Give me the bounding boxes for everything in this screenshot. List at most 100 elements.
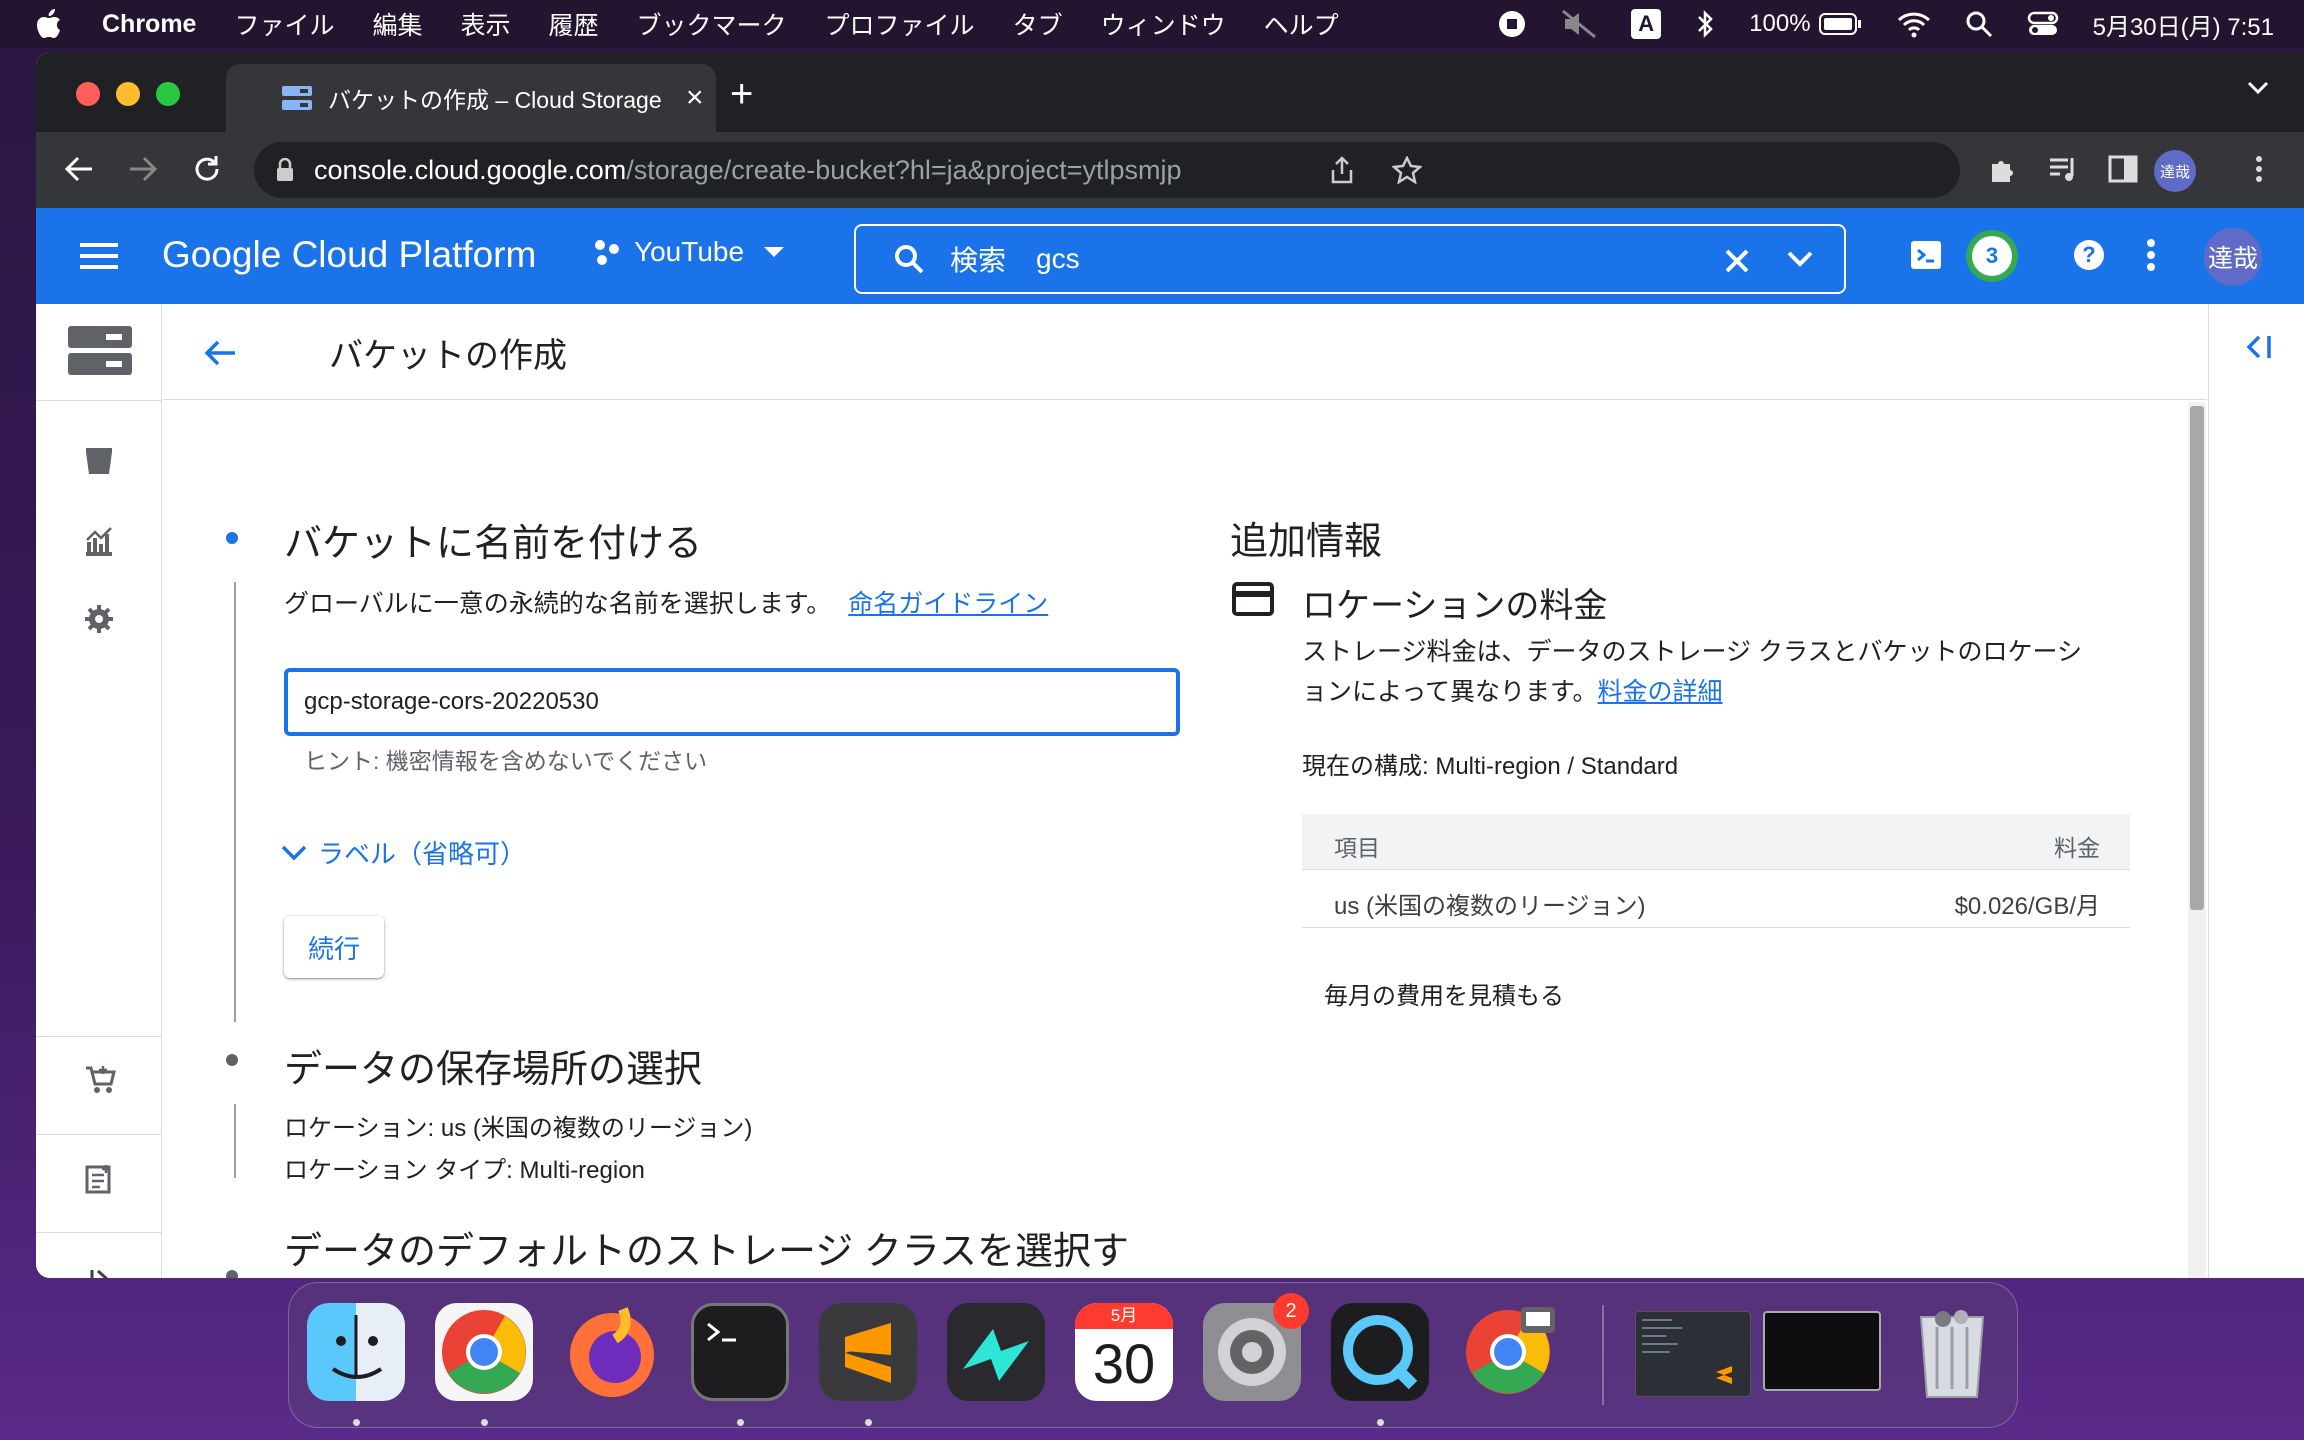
apple-icon[interactable]	[36, 9, 62, 39]
window-zoom-button[interactable]	[156, 82, 180, 106]
left-nav-rail	[36, 304, 162, 1278]
menubar-item-tab[interactable]: タブ	[1013, 6, 1063, 42]
pricing-table-header: 項目 料金	[1302, 814, 2130, 870]
dock-terminal-icon[interactable]	[691, 1303, 789, 1401]
side-panel-icon[interactable]	[2108, 154, 2138, 184]
menubar-clock[interactable]: 5月30日(月) 7:51	[2093, 7, 2274, 42]
project-name: YouTube	[634, 236, 745, 267]
back-arrow-icon[interactable]	[203, 338, 237, 368]
menubar-item-file[interactable]: ファイル	[234, 6, 334, 42]
address-bar[interactable]: console.cloud.google.com/storage/create-…	[254, 142, 1960, 198]
battery-icon[interactable]	[1818, 11, 1863, 37]
page-header: バケットの作成	[163, 304, 2207, 400]
share-icon[interactable]	[1330, 156, 1354, 184]
back-icon[interactable]	[64, 154, 94, 184]
notification-badge[interactable]: 3	[1966, 230, 2018, 282]
bookmark-star-icon[interactable]	[1392, 156, 1422, 184]
dock-trash-icon[interactable]	[1903, 1303, 2001, 1401]
window-close-button[interactable]	[76, 82, 100, 106]
pricing-details-link[interactable]: 料金の詳細	[1598, 678, 1723, 706]
gcp-search-bar[interactable]: 検索 gcs	[854, 224, 1846, 294]
dock-quicktime-icon[interactable]	[1331, 1303, 1429, 1401]
marketplace-cart-icon[interactable]	[84, 1064, 116, 1094]
chrome-menu-icon[interactable]	[2254, 154, 2264, 184]
dock-terminal-running-dot	[737, 1419, 744, 1426]
storage-product-icon[interactable]	[68, 326, 132, 376]
dock-paw-icon[interactable]	[947, 1303, 1045, 1401]
new-tab-icon[interactable]: +	[730, 72, 753, 117]
menubar-item-history[interactable]: 履歴	[549, 6, 599, 42]
dock-window-thumbnail-1[interactable]	[1635, 1311, 1751, 1397]
tab-search-chevron-icon[interactable]	[2246, 80, 2270, 96]
labels-toggle[interactable]: ラベル（省略可）	[280, 834, 526, 871]
reload-icon[interactable]	[192, 154, 222, 184]
step1-description-row: グローバルに一意の永続的な名前を選択します。 命名ガイドライン	[284, 584, 1048, 620]
help-icon[interactable]: ?	[2072, 238, 2106, 272]
wifi-icon[interactable]	[1897, 10, 1931, 38]
dock-quicktime-running-dot	[1377, 1419, 1384, 1426]
search-input[interactable]: gcs	[1036, 243, 1080, 275]
step1-title: バケットに名前を付ける	[284, 523, 703, 565]
browser-toolbar: console.cloud.google.com/storage/create-…	[36, 132, 2304, 208]
window-minimize-button[interactable]	[116, 82, 140, 106]
bucket-name-input[interactable]	[284, 668, 1180, 736]
dock-sublime-running-dot	[865, 1419, 872, 1426]
dock-window-thumbnail-2[interactable]	[1763, 1311, 1881, 1391]
dock-calendar-icon[interactable]: 5月 30	[1075, 1303, 1173, 1401]
settings-gear-icon[interactable]	[84, 604, 114, 634]
more-options-icon[interactable]	[2146, 238, 2156, 272]
right-side-panel	[2208, 304, 2304, 1278]
search-clear-icon[interactable]	[1724, 248, 1750, 274]
menubar-item-view[interactable]: 表示	[461, 6, 511, 42]
search-expand-icon[interactable]	[1786, 250, 1814, 268]
bluetooth-icon[interactable]	[1695, 9, 1715, 39]
media-control-icon[interactable]	[2048, 154, 2080, 184]
menubar-item-window[interactable]: ウィンドウ	[1101, 6, 1226, 42]
dock-finder-icon[interactable]	[307, 1303, 405, 1401]
menubar-app-name[interactable]: Chrome	[102, 10, 196, 39]
record-stop-icon[interactable]	[1497, 9, 1527, 39]
cloud-shell-icon[interactable]	[1910, 240, 1942, 270]
hamburger-menu-icon[interactable]	[80, 242, 118, 270]
dock-chrome-remote-icon[interactable]	[1459, 1303, 1557, 1401]
table-row: us (米国の複数のリージョン) $0.026/GB/月	[1302, 870, 2130, 928]
table-cell-price: $0.026/GB/月	[1954, 893, 2100, 920]
step3-title-line2: る	[284, 1276, 322, 1278]
page-title: バケットの作成	[329, 337, 567, 375]
extensions-puzzle-icon[interactable]	[1988, 154, 2018, 184]
dock-chrome-icon[interactable]	[435, 1303, 533, 1401]
dock-sublime-text-icon[interactable]	[819, 1303, 917, 1401]
scrollbar-thumb[interactable]	[2190, 406, 2204, 910]
input-source-icon[interactable]: A	[1631, 9, 1662, 39]
project-selector[interactable]: YouTube	[592, 236, 786, 268]
tab-create-bucket[interactable]: バケットの作成 – Cloud Storage ×	[226, 64, 716, 132]
battery-percent: 100%	[1749, 10, 1811, 37]
gcp-brand[interactable]: Google Cloud Platform	[162, 234, 536, 276]
profile-avatar[interactable]: 達哉	[2154, 150, 2196, 192]
monitoring-chart-icon[interactable]	[84, 526, 114, 556]
account-avatar[interactable]: 達哉	[2204, 228, 2262, 286]
collapse-panel-icon[interactable]	[2245, 334, 2273, 360]
tab-close-icon[interactable]: ×	[686, 81, 704, 115]
mute-icon[interactable]	[1561, 9, 1597, 39]
dock-firefox-icon[interactable]	[563, 1303, 661, 1401]
menubar-item-bookmarks[interactable]: ブックマーク	[637, 6, 787, 42]
cloud-storage-favicon-icon	[282, 86, 312, 110]
project-icon	[592, 237, 622, 267]
expand-nav-icon[interactable]	[90, 1268, 114, 1278]
menubar-item-profiles[interactable]: プロファイル	[825, 6, 975, 42]
search-icon	[894, 244, 924, 274]
control-center-icon[interactable]	[2027, 10, 2059, 38]
continue-button[interactable]: 続行	[284, 916, 384, 978]
naming-guidelines-link[interactable]: 命名ガイドライン	[848, 590, 1048, 618]
estimate-cost-link[interactable]: 毎月の費用を見積もる	[1324, 976, 1564, 1011]
lock-icon[interactable]	[276, 158, 294, 182]
forward-icon[interactable]	[128, 154, 158, 184]
menubar-item-help[interactable]: ヘルプ	[1264, 6, 1339, 42]
hint-text: ヒント: 機密情報を含めないでください	[304, 748, 708, 774]
spotlight-search-icon[interactable]	[1965, 10, 1993, 38]
notification-count: 3	[1972, 236, 2012, 276]
release-notes-icon[interactable]	[84, 1164, 114, 1194]
menubar-item-edit[interactable]: 編集	[372, 6, 422, 42]
buckets-icon[interactable]	[84, 446, 114, 476]
